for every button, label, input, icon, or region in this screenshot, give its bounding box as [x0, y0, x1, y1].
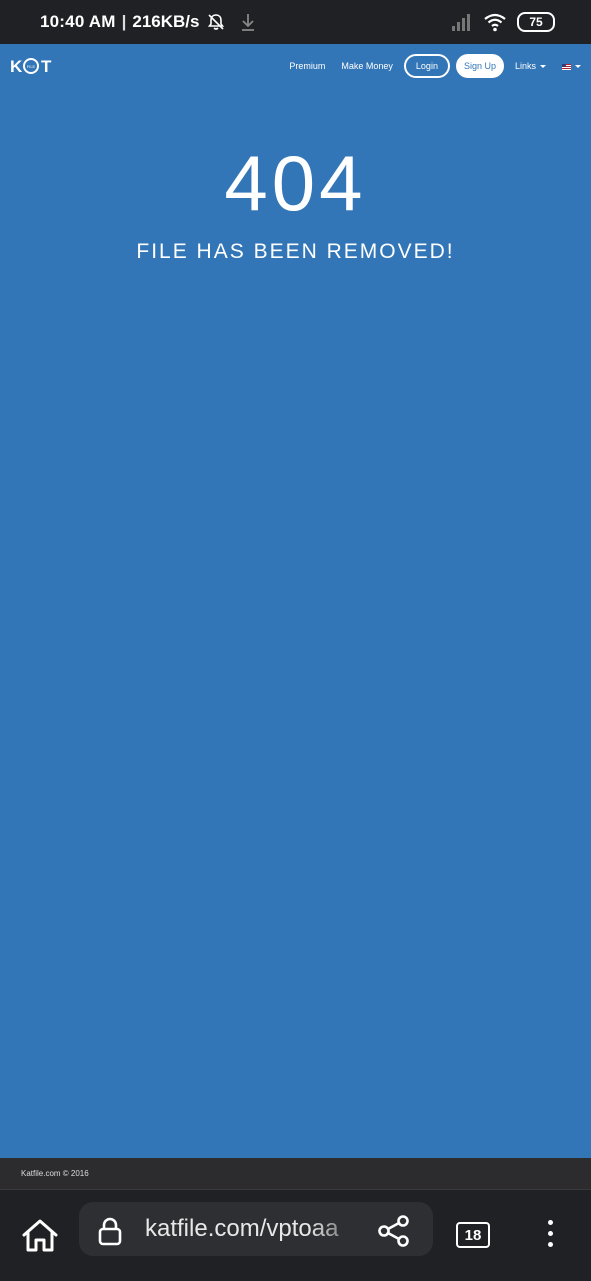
language-dropdown[interactable] — [562, 61, 581, 71]
katfile-logo[interactable]: K FILE T — [10, 55, 60, 77]
error-code: 404 — [224, 139, 367, 227]
footer-copyright: Katfile.com © 2016 — [21, 1169, 89, 1178]
menu-dot — [547, 1231, 553, 1236]
battery-icon: 75 — [517, 12, 555, 32]
download-icon — [241, 14, 254, 31]
tabs-icon[interactable]: 18 — [456, 1222, 490, 1248]
more-vert-icon[interactable] — [540, 1220, 560, 1254]
address-bar[interactable]: katfile.com/vptoaa — [79, 1202, 433, 1256]
error-message: FILE HAS BEEN REMOVED! — [136, 240, 455, 263]
nav-links-dropdown[interactable]: Links — [515, 61, 546, 71]
site-navbar: K FILE T Premium Make Money Login Sign U… — [0, 44, 591, 88]
menu-dot — [547, 1242, 553, 1247]
signal-icon — [452, 14, 470, 31]
home-icon[interactable] — [20, 1216, 60, 1256]
menu-dot — [547, 1220, 553, 1225]
nav-premium-link[interactable]: Premium — [289, 61, 325, 71]
browser-bottom-bar: katfile.com/vptoaa 18 — [0, 1189, 591, 1281]
signup-button[interactable]: Sign Up — [455, 54, 504, 78]
status-bar-right: 75 — [451, 0, 555, 44]
status-bar-left: 10:40 AM | 216KB/s — [40, 0, 258, 44]
lock-icon[interactable] — [97, 1216, 123, 1246]
us-flag-icon — [562, 63, 571, 70]
svg-text:FILE: FILE — [27, 64, 36, 69]
caret-down-icon — [540, 65, 546, 69]
nav-make-money-link[interactable]: Make Money — [341, 61, 393, 71]
site-footer: Katfile.com © 2016 — [0, 1158, 591, 1189]
nav-links-label: Links — [514, 61, 536, 71]
wifi-icon — [484, 13, 506, 32]
login-button[interactable]: Login — [403, 54, 450, 78]
svg-text:T: T — [41, 57, 52, 76]
network-speed: 216KB/s — [132, 12, 200, 31]
nav-links: Premium Make Money Login Sign Up Links — [281, 50, 583, 82]
status-bar: 10:40 AM | 216KB/s 75 — [0, 0, 591, 44]
url-fade — [309, 1202, 369, 1256]
clock: 10:40 AM — [40, 12, 116, 31]
muted-bell-icon — [207, 14, 224, 30]
svg-text:K: K — [10, 57, 23, 76]
status-separator: | — [121, 12, 127, 31]
battery-level: 75 — [529, 15, 543, 29]
tab-count: 18 — [464, 1226, 482, 1244]
share-icon[interactable] — [377, 1214, 411, 1248]
caret-down-icon — [575, 65, 581, 69]
